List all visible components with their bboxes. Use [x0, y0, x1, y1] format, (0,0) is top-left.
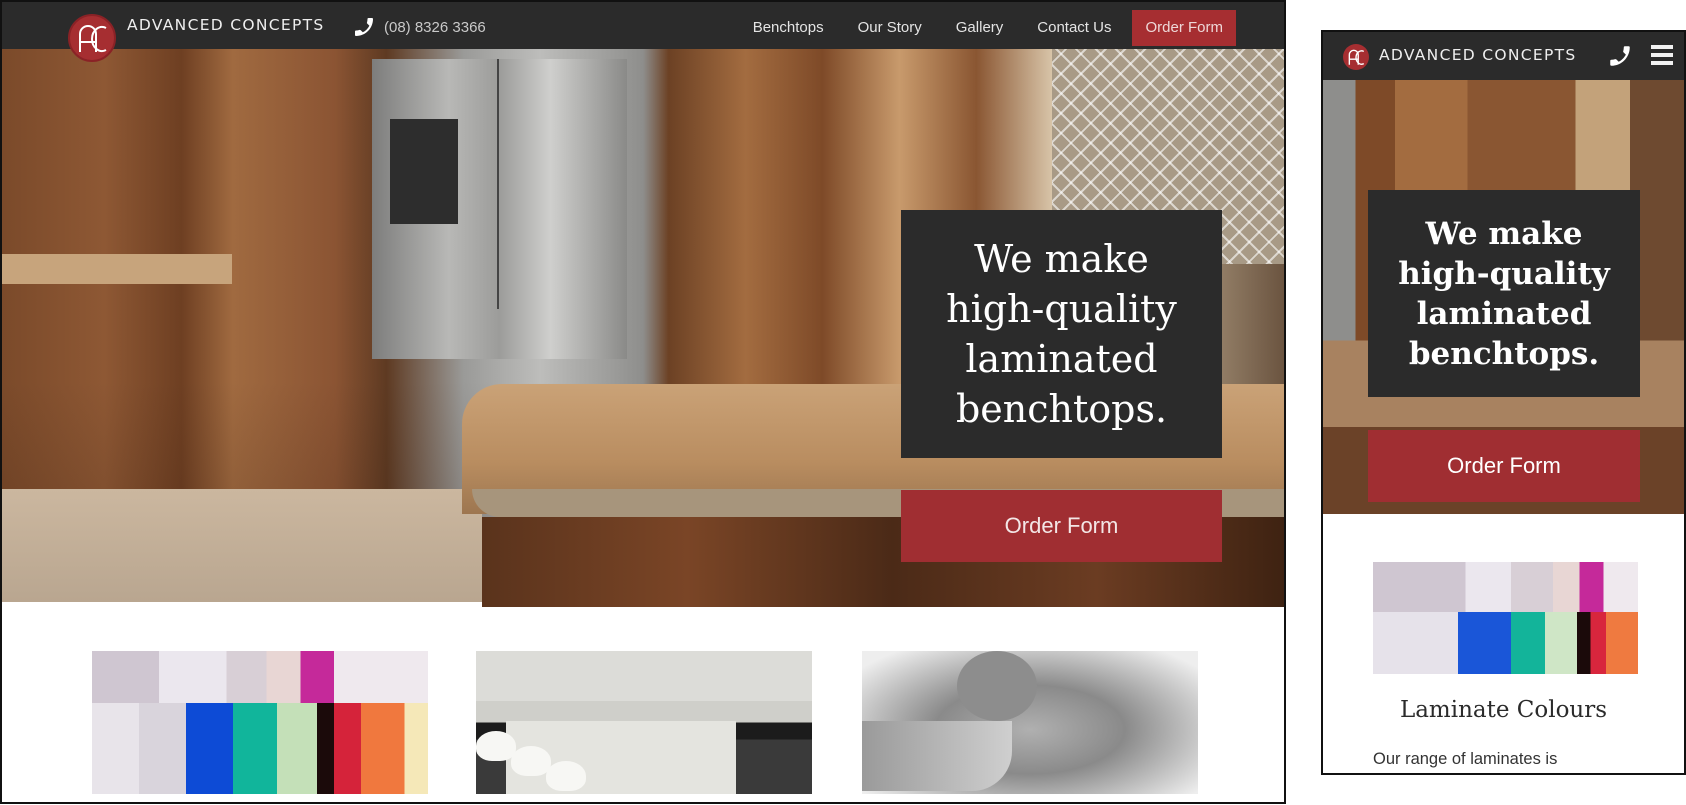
hero-headline-box: We make high-quality laminated benchtops…	[901, 210, 1222, 458]
mobile-hero-headline: We make high-quality laminated benchtops…	[1398, 215, 1610, 372]
main-nav: Benchtops Our Story Gallery Contact Us O…	[736, 10, 1236, 46]
hero-banner: We make high-quality laminated benchtops…	[2, 49, 1284, 607]
mobile-hero-headline-box: We make high-quality laminated benchtops…	[1368, 190, 1640, 397]
feature-cards	[2, 651, 1284, 796]
top-navbar: ADVANCED CONCEPTS (08) 8326 3366 Benchto…	[2, 0, 1284, 49]
phone-icon	[352, 15, 376, 39]
phone-icon[interactable]	[1607, 43, 1633, 69]
nav-contact-us[interactable]: Contact Us	[1020, 10, 1128, 46]
ac-monogram-logo[interactable]	[1343, 44, 1369, 70]
nav-benchtops[interactable]: Benchtops	[736, 10, 841, 46]
hero-fridge-door	[497, 59, 499, 309]
mobile-view: ADVANCED CONCEPTS We make high-quality l…	[1321, 30, 1686, 775]
bar-stool	[546, 761, 586, 791]
edge-profile-slab	[862, 721, 1012, 791]
nav-gallery[interactable]: Gallery	[939, 10, 1021, 46]
benchtop-edge-card-image[interactable]	[862, 651, 1198, 794]
menu-bar	[1651, 45, 1673, 49]
laminate-samples-top-row	[1373, 562, 1638, 612]
laminate-colours-card-image[interactable]	[92, 651, 428, 794]
hero-headline: We make high-quality laminated benchtops…	[946, 237, 1177, 431]
desktop-view: We make high-quality laminated benchtops…	[0, 0, 1286, 804]
mobile-card-title: Laminate Colours	[1399, 697, 1608, 723]
ac-monogram-logo[interactable]	[68, 14, 116, 62]
phone-contact[interactable]: (08) 8326 3366	[352, 15, 486, 39]
menu-bar	[1651, 53, 1673, 57]
menu-bar	[1651, 61, 1673, 65]
nav-our-story[interactable]: Our Story	[841, 10, 939, 46]
mobile-brand-name[interactable]: ADVANCED CONCEPTS	[1379, 46, 1577, 64]
hero-left-counter	[2, 254, 232, 284]
laminate-samples-top-row	[92, 651, 428, 703]
nav-order-form-button[interactable]: Order Form	[1132, 10, 1236, 46]
kitchen-island-card-image[interactable]	[476, 651, 812, 794]
mobile-order-form-button[interactable]: Order Form	[1368, 430, 1640, 502]
mobile-laminate-colours-image[interactable]	[1373, 562, 1638, 674]
mobile-hero-banner: We make high-quality laminated benchtops…	[1323, 80, 1684, 514]
phone-number[interactable]: (08) 8326 3366	[384, 19, 486, 36]
bar-stool	[476, 731, 516, 761]
hero-floor	[2, 489, 482, 602]
logo-icon	[79, 25, 107, 52]
hero-fridge-dispenser	[390, 119, 458, 224]
mobile-card-text: Our range of laminates is	[1373, 750, 1558, 768]
brand-name[interactable]: ADVANCED CONCEPTS	[127, 16, 325, 34]
hero-order-form-button[interactable]: Order Form	[901, 490, 1222, 562]
mobile-navbar: ADVANCED CONCEPTS	[1323, 32, 1684, 80]
logo-icon	[1348, 49, 1365, 65]
edge-profile-disc	[957, 651, 1037, 721]
hamburger-menu-icon[interactable]	[1651, 45, 1673, 65]
bar-stool	[511, 746, 551, 776]
